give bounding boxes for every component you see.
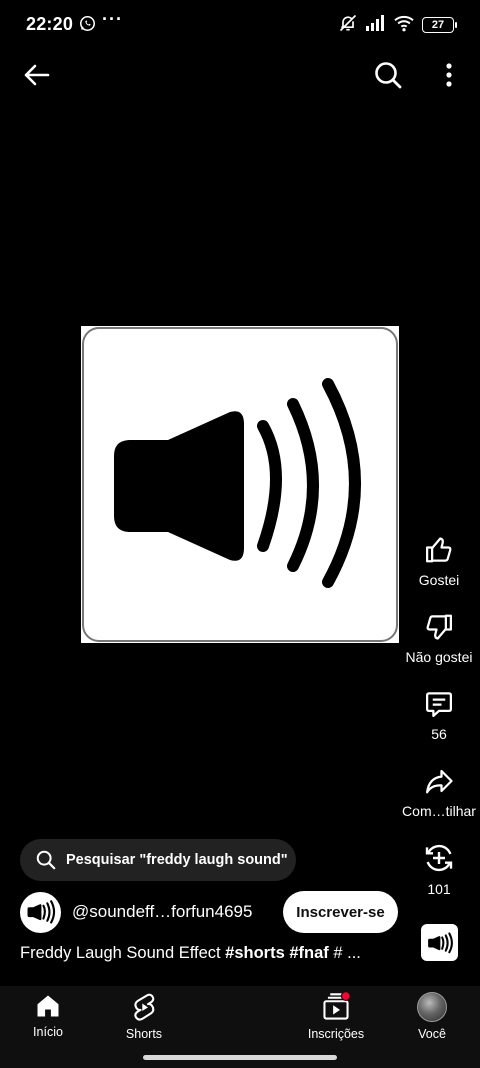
hashtag-shorts[interactable]: #shorts [225, 944, 285, 962]
channel-handle[interactable]: @soundeff…forfun4695 [72, 902, 252, 922]
whatsapp-icon [79, 15, 96, 37]
back-arrow-icon [24, 64, 50, 86]
battery-icon: 27 [422, 17, 457, 33]
home-indicator[interactable] [143, 1055, 337, 1060]
dislike-label: Não gostei [405, 649, 473, 665]
remix-count: 101 [427, 881, 451, 897]
shorts-icon [134, 993, 155, 1021]
comment-icon [426, 692, 452, 717]
wifi-icon [393, 14, 415, 37]
more-vert-icon [446, 63, 452, 87]
video-title-tail: # ... [328, 944, 361, 962]
search-suggestion-text: Pesquisar "freddy laugh sound" [66, 852, 288, 868]
top-bar [0, 50, 480, 98]
thumbs-down-icon [426, 614, 452, 640]
mute-icon [337, 13, 359, 38]
video-title-text: Freddy Laugh Sound Effect [20, 944, 226, 962]
like-label: Gostei [418, 572, 460, 588]
video-title[interactable]: Freddy Laugh Sound Effect #shorts #fnaf … [20, 944, 390, 963]
subscribe-button[interactable]: Inscrever-se [283, 891, 398, 933]
comments-button[interactable]: 56 [394, 689, 480, 742]
more-options-button[interactable] [432, 58, 466, 92]
search-button[interactable] [370, 58, 406, 92]
nav-subscriptions-label: Inscrições [307, 1027, 365, 1041]
home-icon [37, 995, 59, 1017]
search-icon [375, 62, 402, 89]
nav-subscriptions[interactable]: Inscrições [291, 992, 381, 1041]
like-button[interactable]: Gostei [394, 535, 480, 588]
speaker-volume-icon [27, 900, 55, 924]
nav-you[interactable]: Você [387, 992, 477, 1041]
comments-count: 56 [431, 726, 447, 742]
remix-icon [425, 844, 453, 872]
more-notifications-icon: ··· [102, 9, 123, 29]
speaker-volume-icon [82, 327, 398, 642]
channel-avatar[interactable] [20, 891, 61, 933]
nav-home[interactable]: Início [3, 992, 93, 1039]
remix-button[interactable]: 101 [394, 842, 480, 897]
nav-you-label: Você [418, 1027, 446, 1041]
nav-home-label: Início [33, 1025, 63, 1039]
search-icon [36, 850, 56, 870]
sound-button[interactable] [421, 924, 458, 961]
share-button[interactable]: Com…tilhar [394, 766, 480, 819]
avatar [417, 992, 447, 1022]
search-suggestion-chip[interactable]: Pesquisar "freddy laugh sound" [20, 839, 296, 881]
subscriptions-icon [323, 992, 351, 1020]
share-label: Com…tilhar [402, 803, 476, 819]
video-player[interactable] [81, 326, 399, 643]
channel-row: @soundeff…forfun4695 Inscrever-se [20, 891, 400, 933]
hashtag-fnaf[interactable]: #fnaf [289, 944, 328, 962]
speaker-volume-icon [427, 931, 453, 953]
status-bar: 22:20 ··· 27 [0, 0, 480, 50]
nav-shorts-label: Shorts [125, 1027, 163, 1041]
status-time: 22:20 [26, 14, 74, 34]
thumbs-up-icon [426, 537, 452, 563]
share-icon [426, 769, 453, 794]
dislike-button[interactable]: Não gostei [394, 612, 480, 665]
back-button[interactable] [18, 58, 54, 92]
nav-shorts[interactable]: Shorts [99, 992, 189, 1041]
signal-icon [366, 14, 386, 36]
